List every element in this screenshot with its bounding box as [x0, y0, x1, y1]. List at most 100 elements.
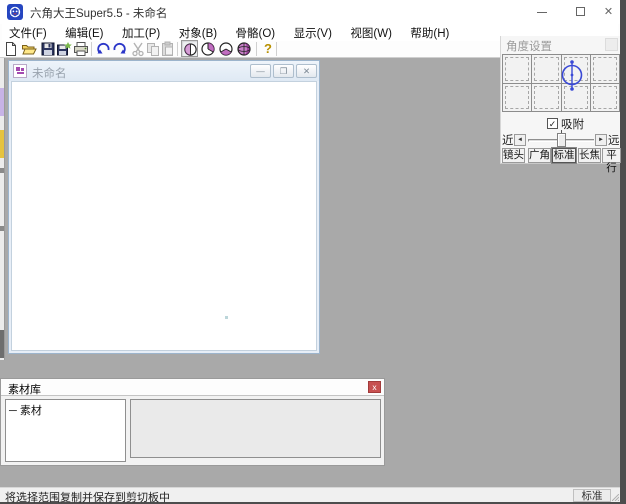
material-library-title: 素材库	[8, 381, 41, 397]
near-label: 近	[502, 132, 514, 148]
minimize-button[interactable]	[527, 0, 558, 24]
angle-preset-cell[interactable]	[532, 55, 560, 84]
material-tree-pane[interactable]: ─ 素材	[5, 399, 126, 462]
slider-right-button[interactable]: ►	[595, 134, 607, 146]
angle-preset-column	[532, 55, 561, 111]
view-rotate-2-button[interactable]	[218, 41, 234, 57]
cut-icon	[130, 41, 146, 57]
angle-preset-cell[interactable]	[503, 55, 531, 84]
cut-button[interactable]	[130, 41, 146, 57]
status-message: 将选择范围复制并保存到剪切板中	[5, 489, 170, 504]
angle-panel-close-button[interactable]	[605, 38, 618, 51]
app-window: 六角大王Super5.5 - 未命名 ✕ 文件(F) 编辑(E) 加工(P) 对…	[0, 0, 620, 502]
arrow-right-icon: ►	[598, 137, 604, 143]
close-icon: ✕	[604, 6, 613, 18]
material-library-panel: 素材库 x ─ 素材	[0, 378, 385, 466]
distance-slider-thumb[interactable]	[557, 133, 566, 147]
far-label: 远	[608, 132, 620, 148]
cutoff-palette-strip	[0, 58, 5, 360]
arrow-left-icon: ◄	[517, 137, 523, 143]
document-title: 未命名	[32, 65, 67, 81]
help-button[interactable]: ?	[260, 41, 276, 57]
view-rotate-3-button[interactable]	[236, 41, 252, 57]
undo-icon	[96, 41, 112, 57]
app-logo-icon	[7, 4, 23, 20]
screen: 六角大王Super5.5 - 未命名 ✕ 文件(F) 编辑(E) 加工(P) 对…	[0, 0, 626, 504]
new-file-icon	[3, 41, 19, 57]
save-as-icon	[56, 41, 72, 57]
view-rotate-2-icon	[218, 41, 234, 57]
paste-icon	[160, 41, 176, 57]
toolbar-separator	[276, 42, 277, 56]
material-library-titlebar[interactable]: 素材库 x	[1, 379, 384, 396]
toolbar-separator	[177, 42, 178, 56]
wide-angle-button[interactable]: 广角	[528, 148, 551, 163]
save-button[interactable]	[40, 41, 56, 57]
document-restore-icon: ❐	[280, 66, 288, 76]
redo-icon	[111, 41, 127, 57]
palette-fragment-yellow	[0, 130, 4, 158]
document-minimize-button[interactable]: —	[250, 64, 271, 78]
document-icon	[13, 64, 27, 78]
palette-fragment-text	[0, 168, 4, 173]
new-file-button[interactable]	[3, 41, 19, 57]
save-icon	[40, 41, 56, 57]
toolbar-separator	[91, 42, 92, 56]
print-icon	[73, 41, 89, 57]
close-x-icon: x	[372, 382, 376, 392]
angle-preset-cell[interactable]	[591, 55, 619, 84]
open-file-button[interactable]	[21, 41, 37, 57]
palette-fragment-purple	[0, 88, 4, 116]
angle-preset-cell[interactable]	[591, 84, 619, 112]
window-title: 六角大王Super5.5 - 未命名	[30, 5, 167, 21]
material-library-close-button[interactable]: x	[368, 381, 381, 393]
check-icon: ✓	[549, 119, 557, 129]
print-button[interactable]	[73, 41, 89, 57]
telephoto-button[interactable]: 长焦	[578, 148, 601, 163]
view-front-icon	[183, 42, 198, 57]
material-tree-root[interactable]: ─ 素材	[9, 402, 42, 418]
resize-grip[interactable]	[612, 494, 619, 501]
save-as-button[interactable]	[56, 41, 72, 57]
view-rotate-1-icon	[200, 41, 216, 57]
angle-settings-panel: 角度设置	[500, 36, 620, 164]
snap-checkbox-row: ✓ 吸附	[547, 117, 584, 130]
help-icon: ?	[264, 41, 272, 56]
copy-button[interactable]	[145, 41, 161, 57]
toolbar-separator	[256, 42, 257, 56]
document-close-icon: ✕	[303, 66, 310, 76]
standard-button[interactable]: 标准	[552, 148, 576, 163]
angle-indicator[interactable]	[559, 59, 585, 92]
view-rotate-3-icon	[236, 41, 252, 57]
document-titlebar[interactable]: 未命名 — ❐ ✕	[9, 61, 319, 81]
parallel-button[interactable]: 平行	[602, 148, 621, 163]
document-minimize-icon: —	[256, 66, 265, 76]
palette-fragment-text	[0, 226, 4, 231]
view-front-button[interactable]	[181, 40, 198, 57]
slider-left-button[interactable]: ◄	[514, 134, 526, 146]
angle-preset-cell[interactable]	[532, 84, 560, 112]
snap-checkbox[interactable]: ✓	[547, 118, 558, 129]
status-mode-box: 标准	[573, 489, 611, 502]
document-restore-button[interactable]: ❐	[273, 64, 294, 78]
statusbar: 将选择范围复制并保存到剪切板中 标准	[0, 487, 620, 502]
view-rotate-1-button[interactable]	[200, 41, 216, 57]
undo-button[interactable]	[96, 41, 112, 57]
tree-line-icon: ─	[9, 405, 17, 417]
open-folder-icon	[21, 41, 37, 57]
document-canvas[interactable]	[11, 81, 317, 351]
close-button[interactable]: ✕	[597, 0, 620, 24]
angle-preset-cell[interactable]	[503, 84, 531, 112]
angle-preset-column	[503, 55, 532, 111]
redo-button[interactable]	[111, 41, 127, 57]
maximize-button[interactable]	[565, 0, 596, 24]
lens-button[interactable]: 镜头	[502, 148, 525, 163]
document-close-button[interactable]: ✕	[296, 64, 317, 78]
angle-panel-title: 角度设置	[506, 38, 552, 54]
titlebar[interactable]: 六角大王Super5.5 - 未命名 ✕	[0, 0, 620, 24]
material-preview-pane[interactable]	[130, 399, 381, 458]
paste-button[interactable]	[160, 41, 176, 57]
angle-preset-column	[591, 55, 619, 111]
maximize-icon	[576, 7, 585, 16]
snap-label: 吸附	[561, 116, 584, 132]
